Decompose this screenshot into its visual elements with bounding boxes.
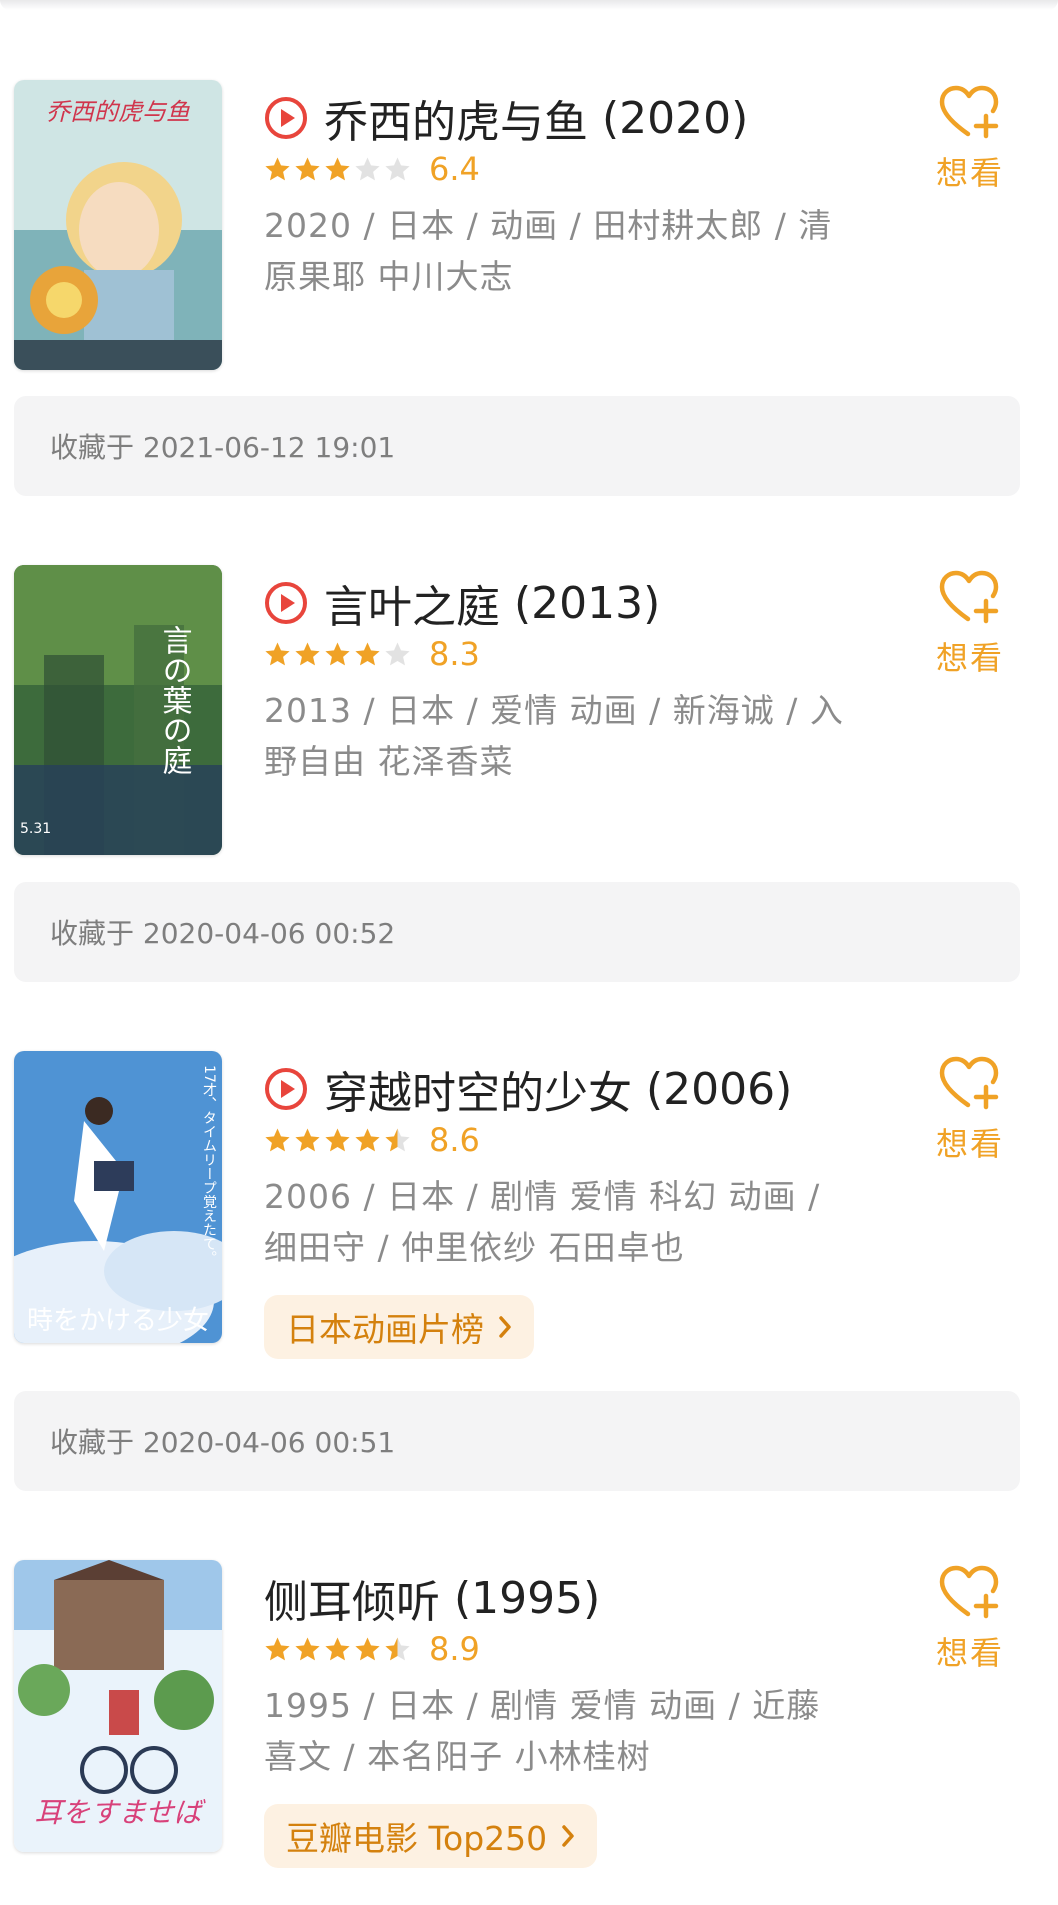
star-full-icon	[355, 642, 380, 665]
poster-art: 耳をすませば	[14, 1560, 222, 1852]
chevron-right-icon	[562, 1825, 574, 1847]
saved-time-bar: 收藏于 2020-04-06 00:52	[14, 882, 1020, 982]
svg-text:耳をすませば: 耳をすませば	[34, 1798, 206, 1829]
movie-year: (2013)	[514, 577, 661, 629]
svg-text:時をかける少女: 時をかける少女	[27, 1306, 209, 1335]
play-icon[interactable]	[264, 1067, 308, 1111]
movie-title: 穿越时空的少女	[324, 1068, 632, 1119]
star-full-icon	[325, 642, 350, 665]
star-full-icon	[325, 1128, 350, 1151]
want-label: 想看	[935, 1125, 1004, 1163]
movie-title: 侧耳倾听	[264, 1577, 440, 1628]
star-full-icon	[355, 1637, 380, 1660]
rating-score: 8.3	[429, 635, 480, 673]
want-button[interactable]: 想看	[930, 569, 1010, 679]
ranking-tag[interactable]: 日本动画片榜	[264, 1295, 534, 1359]
want-button[interactable]: 想看	[930, 1055, 1010, 1165]
movie-poster[interactable]: 耳をすませば	[14, 1560, 222, 1852]
movie-year: (2006)	[646, 1063, 793, 1115]
heart-plus-icon	[939, 1565, 999, 1619]
heart-plus-icon	[939, 85, 999, 139]
movie-poster[interactable]: 言の葉の庭 5.31	[14, 565, 222, 855]
want-label: 想看	[935, 154, 1004, 192]
rating-score: 8.9	[429, 1630, 480, 1668]
poster-art: 17才、タイムリープ覚えたて。 時をかける少女	[14, 1051, 222, 1343]
star-rating	[264, 641, 411, 668]
movie-meta: 2020 / 日本 / 动画 / 田村耕太郎 / 清原果耶 中川大志	[264, 206, 833, 296]
star-rating	[264, 1636, 411, 1663]
rating-row: 8.9	[264, 1630, 480, 1668]
star-full-icon	[265, 1128, 290, 1151]
star-full-icon	[295, 642, 320, 665]
star-empty-icon	[385, 642, 410, 665]
movie-title-row[interactable]: 侧耳倾听 (1995)	[264, 1566, 600, 1630]
ranking-tag-label: 豆瓣电影 Top250	[286, 1819, 548, 1858]
top-edge	[0, 0, 1058, 10]
movie-title: 乔西的虎与鱼	[324, 97, 588, 148]
svg-text:乔西的虎与鱼: 乔西的虎与鱼	[46, 99, 190, 126]
movie-poster[interactable]: 乔西的虎与鱼	[14, 80, 222, 370]
star-full-icon	[355, 1128, 380, 1151]
svg-text:言の葉の庭: 言の葉の庭	[158, 625, 193, 775]
star-full-icon	[295, 157, 320, 180]
saved-time: 收藏于 2020-04-06 00:51	[50, 1426, 396, 1459]
heart-plus-icon	[939, 1056, 999, 1110]
star-half-icon	[385, 1128, 410, 1151]
star-full-icon	[265, 1637, 290, 1660]
movie-meta: 2006 / 日本 / 剧情 爱情 科幻 动画 / 细田守 / 仲里依纱 石田卓…	[264, 1177, 821, 1267]
want-button[interactable]: 想看	[930, 1564, 1010, 1674]
ranking-tag-label: 日本动画片榜	[286, 1310, 484, 1349]
movie-title: 言叶之庭	[324, 582, 500, 633]
rating-row: 6.4	[264, 150, 480, 188]
poster-art: 乔西的虎与鱼	[14, 80, 222, 370]
movie-year: (2020)	[602, 92, 749, 144]
heart-plus-icon	[939, 570, 999, 624]
rating-score: 6.4	[429, 150, 480, 188]
star-full-icon	[325, 157, 350, 180]
saved-time: 收藏于 2020-04-06 00:52	[50, 917, 396, 950]
rating-row: 8.6	[264, 1121, 480, 1159]
movie-title-row[interactable]: 言叶之庭 (2013)	[264, 571, 660, 635]
star-empty-icon	[355, 157, 380, 180]
movie-meta: 1995 / 日本 / 剧情 爱情 动画 / 近藤喜文 / 本名阳子 小林桂树	[264, 1686, 821, 1776]
play-icon[interactable]	[264, 96, 308, 140]
poster-art: 言の葉の庭 5.31	[14, 565, 222, 855]
saved-time: 收藏于 2021-06-12 19:01	[50, 431, 396, 464]
movie-meta: 2013 / 日本 / 爱情 动画 / 新海诚 / 入野自由 花泽香菜	[264, 691, 844, 781]
want-label: 想看	[935, 639, 1004, 677]
chevron-right-icon	[499, 1316, 511, 1338]
star-full-icon	[295, 1128, 320, 1151]
saved-time-bar: 收藏于 2020-04-06 00:51	[14, 1391, 1020, 1491]
movie-title-row[interactable]: 穿越时空的少女 (2006)	[264, 1057, 792, 1121]
movie-year: (1995)	[454, 1572, 601, 1624]
star-full-icon	[265, 157, 290, 180]
star-rating	[264, 156, 411, 183]
ranking-tag[interactable]: 豆瓣电影 Top250	[264, 1804, 598, 1868]
star-full-icon	[265, 642, 290, 665]
star-full-icon	[325, 1637, 350, 1660]
movie-title-row[interactable]: 乔西的虎与鱼 (2020)	[264, 86, 748, 150]
svg-text:17才、タイムリープ覚えたて。: 17才、タイムリープ覚えたて。	[201, 1065, 217, 1265]
play-icon[interactable]	[264, 581, 308, 625]
movie-poster[interactable]: 17才、タイムリープ覚えたて。 時をかける少女	[14, 1051, 222, 1343]
star-rating	[264, 1127, 411, 1154]
saved-time-bar: 收藏于 2021-06-12 19:01	[14, 396, 1020, 496]
rating-row: 8.3	[264, 635, 480, 673]
want-label: 想看	[935, 1634, 1004, 1672]
svg-text:5.31: 5.31	[20, 821, 51, 837]
star-half-icon	[385, 1637, 410, 1660]
star-full-icon	[295, 1637, 320, 1660]
rating-score: 8.6	[429, 1121, 480, 1159]
want-button[interactable]: 想看	[930, 84, 1010, 194]
star-empty-icon	[385, 157, 410, 180]
